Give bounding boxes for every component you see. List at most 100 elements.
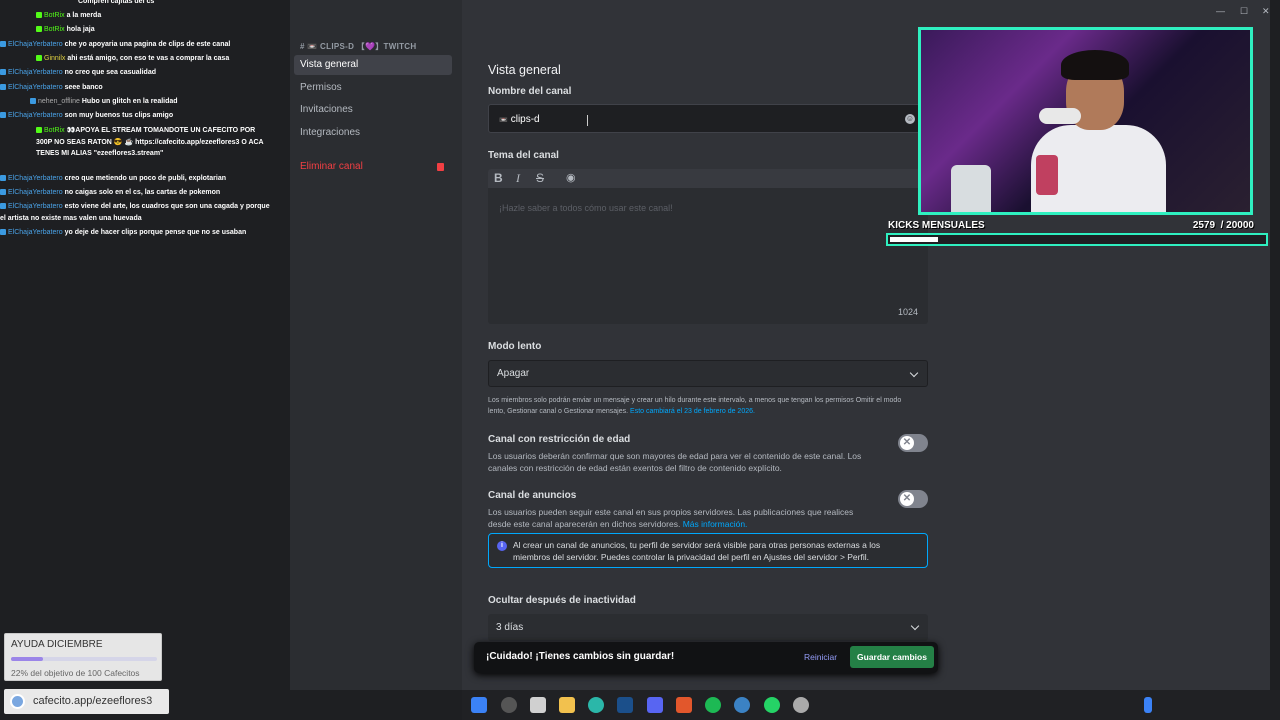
maximize-icon[interactable]: ☐ <box>1240 6 1248 17</box>
chat-text: seee banco <box>64 84 103 91</box>
toggle-off-icon: ✕ <box>900 436 914 450</box>
chat-username[interactable]: nehen_offline <box>38 98 80 105</box>
chat-message: ElChajaYerbatero che yo apoyaria una pag… <box>0 39 272 51</box>
sidebar-item-invites[interactable]: Invitaciones <box>294 100 452 120</box>
app2-icon[interactable] <box>734 697 750 713</box>
chat-text: Hubo un glitch en la realidad <box>81 98 178 105</box>
chat-username[interactable]: Ginnilx <box>44 55 65 62</box>
donation-goal-widget: AYUDA DICIEMBRE 22% del objetivo de 100 … <box>4 633 162 681</box>
spotify-icon[interactable] <box>705 697 721 713</box>
chat-message: BotRix hola jaja <box>0 24 272 36</box>
chat-username[interactable]: BotRix <box>44 26 65 33</box>
channel-topic-label: Tema del canal <box>488 150 559 161</box>
announcement-desc: Los usuarios pueden seguir este canal en… <box>488 506 873 530</box>
chat-username[interactable]: BotRix <box>44 127 65 134</box>
stream-chat: Compren cajitas del cs BotRix a la merda B… <box>0 0 290 690</box>
taskbar <box>462 690 1280 720</box>
close-icon[interactable]: ✕ <box>1262 6 1270 17</box>
minimize-icon[interactable]: — <box>1216 6 1225 16</box>
donation-goal-subtitle: 22% del objetivo de 100 Cafecitos <box>11 668 140 678</box>
user-badge-icon <box>36 12 42 19</box>
chat-text: yo deje de hacer clips porque pense que … <box>64 229 247 236</box>
learn-more-link[interactable]: Más información. <box>683 519 748 529</box>
chat-username[interactable]: BotRix <box>44 12 65 19</box>
sidebar-item-permissions[interactable]: Permisos <box>294 78 452 98</box>
delete-channel-button[interactable]: Eliminar canal <box>294 157 452 177</box>
inactivity-select[interactable]: 3 días <box>488 614 928 641</box>
kicks-progress-bar <box>886 233 1268 246</box>
donation-progress-bar <box>11 657 157 661</box>
sidebar-item-overview[interactable]: Vista general <box>294 55 452 75</box>
steam-icon[interactable] <box>617 697 633 713</box>
channel-type-icon: 📼 <box>499 117 508 124</box>
kicks-goal-widget: KICKS MENSUALES 2579 / 20000 <box>886 220 1270 248</box>
chat-username[interactable]: ElChajaYerbatero <box>8 84 63 91</box>
announcement-notice: i Al crear un canal de anuncios, tu perf… <box>488 533 928 568</box>
chat-username[interactable]: ElChajaYerbatero <box>8 189 63 196</box>
text-caret <box>587 115 588 126</box>
kicks-goal: / 20000 <box>1220 220 1254 231</box>
windows-start-icon[interactable] <box>471 697 487 713</box>
save-changes-button[interactable]: Guardar cambios <box>850 646 934 668</box>
channel-name-input[interactable]: 📼 clips-d ☺ <box>488 104 920 133</box>
trash-icon <box>437 163 444 171</box>
slowmode-help-link[interactable]: Esto cambiará el 23 de febrero de 2026. <box>630 408 755 415</box>
italic-icon[interactable]: I <box>516 171 520 186</box>
announcement-toggle[interactable]: ✕ <box>898 490 928 508</box>
whatsapp-icon[interactable] <box>764 697 780 713</box>
file-explorer-icon[interactable] <box>559 697 575 713</box>
chat-username[interactable]: ElChajaYerbatero <box>8 41 63 48</box>
chat-message: nehen_offline Hubo un glitch en la reali… <box>0 96 272 108</box>
chat-text: ahi está amigo, con eso te vas a comprar… <box>67 55 230 62</box>
user-badge-icon <box>0 203 6 210</box>
age-restricted-toggle[interactable]: ✕ <box>898 434 928 452</box>
chat-text: no caigas solo en el cs, las cartas de p… <box>64 189 221 196</box>
chat-text: 👀APOYA EL STREAM TOMANDOTE UN CAFECITO P… <box>36 127 264 157</box>
microphone-icon[interactable] <box>1144 697 1152 713</box>
sidebar-item-integrations[interactable]: Integraciones <box>294 123 452 143</box>
channel-topic-editor[interactable]: B I S ◉ ¡Hazle saber a todos cómo usar e… <box>488 169 928 324</box>
kicks-label: KICKS MENSUALES <box>888 220 985 231</box>
chat-message: ElChajaYerbatero creo que metiendo un po… <box>0 173 272 185</box>
user-badge-icon <box>36 26 42 33</box>
eye-icon[interactable]: ◉ <box>566 171 576 184</box>
chat-username[interactable]: ElChajaYerbatero <box>8 203 63 210</box>
chat-message: ElChajaYerbatero no caigas solo en el cs… <box>0 187 272 199</box>
search-icon[interactable] <box>501 697 517 713</box>
info-icon: i <box>497 541 507 551</box>
edge-icon[interactable] <box>588 697 604 713</box>
chat-text: creo que metiendo un poco de publi, expl… <box>64 175 226 182</box>
chat-text: son muy buenos tus clips amigo <box>64 112 174 119</box>
kicks-progress-fill <box>890 237 939 242</box>
strikethrough-icon[interactable]: S <box>536 171 544 185</box>
scrollbar[interactable] <box>1270 22 1277 574</box>
chat-username[interactable]: ElChajaYerbatero <box>8 69 63 76</box>
obs-icon[interactable] <box>793 697 809 713</box>
task-view-icon[interactable] <box>530 697 546 713</box>
bold-icon[interactable]: B <box>494 171 503 185</box>
user-badge-icon <box>0 112 6 119</box>
chat-message: Compren cajitas del cs <box>0 0 272 8</box>
announcement-label: Canal de anuncios <box>488 490 577 501</box>
app-icon[interactable] <box>676 697 692 713</box>
sidebar-channel-header: # 📼 CLIPS-D 【💜】TWITCH <box>300 42 417 51</box>
chat-username[interactable]: ElChajaYerbatero <box>8 175 63 182</box>
microphone-image <box>1039 108 1081 124</box>
user-badge-icon <box>30 98 36 105</box>
mug-image <box>951 165 991 212</box>
chat-username[interactable]: ElChajaYerbatero <box>8 112 63 119</box>
chat-message: ElChajaYerbatero esto viene del arte, lo… <box>0 201 272 224</box>
slowmode-help: Los miembros solo podrán enviar un mensa… <box>488 396 918 417</box>
slowmode-select[interactable]: Apagar <box>488 360 928 387</box>
inactivity-label: Ocultar después de inactividad <box>488 595 636 606</box>
reset-button[interactable]: Reiniciar <box>804 652 837 662</box>
discord-icon[interactable] <box>647 697 663 713</box>
chat-username[interactable]: ElChajaYerbatero <box>8 229 63 236</box>
page-title: Vista general <box>488 63 561 77</box>
chat-message: ElChajaYerbatero son muy buenos tus clip… <box>0 110 272 122</box>
user-badge-icon <box>0 189 6 196</box>
chat-text: a la merda <box>66 12 102 19</box>
unsaved-changes-bar: ¡Cuidado! ¡Tienes cambios sin guardar! R… <box>474 642 938 673</box>
emoji-icon[interactable]: ☺ <box>905 114 915 124</box>
age-restricted-label: Canal con restricción de edad <box>488 434 631 445</box>
